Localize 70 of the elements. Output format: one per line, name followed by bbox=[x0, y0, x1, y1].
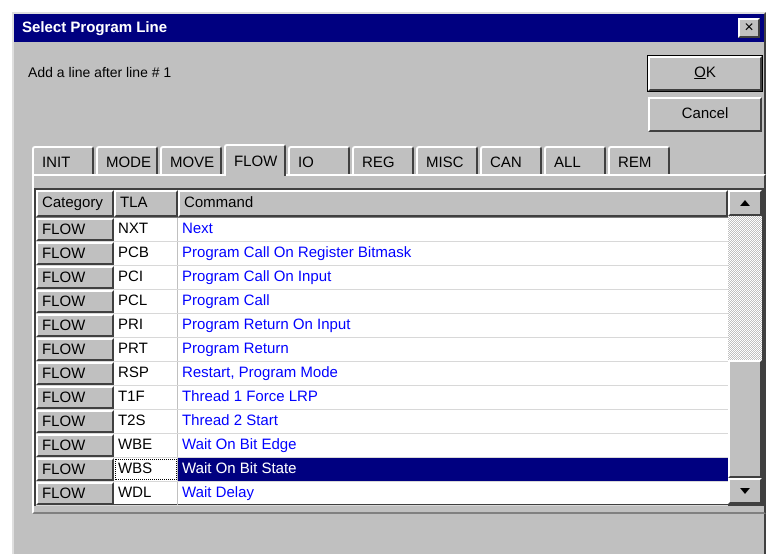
table-cell: T1F bbox=[114, 386, 178, 408]
window-title: Select Program Line bbox=[21, 18, 168, 38]
tab[interactable]: MODE bbox=[96, 146, 158, 174]
column-header[interactable]: TLA bbox=[114, 190, 178, 216]
table-row[interactable]: FLOW T1F Thread 1 Force LRP bbox=[36, 386, 728, 410]
table-row[interactable]: FLOW T2S Thread 2 Start bbox=[36, 410, 728, 434]
table-cell: RSP bbox=[114, 362, 178, 384]
dialog-button[interactable]: OK bbox=[648, 56, 762, 91]
table-row[interactable]: FLOW PCB Program Call On Register Bitmask bbox=[36, 242, 728, 266]
table-row[interactable]: FLOW PRT Program Return bbox=[36, 338, 728, 362]
table-cell-text: Restart, Program Mode bbox=[181, 362, 339, 382]
tab[interactable]: ALL bbox=[544, 146, 606, 174]
table-cell: WDL bbox=[114, 482, 178, 504]
tab[interactable]: IO bbox=[288, 146, 350, 174]
table-cell-text: Program Call On Input bbox=[181, 266, 332, 286]
up-arrow-icon bbox=[740, 200, 750, 206]
table-cell: PRT bbox=[114, 338, 178, 360]
table-cell: FLOW bbox=[36, 266, 114, 288]
table-row[interactable]: FLOW PCL Program Call bbox=[36, 290, 728, 314]
tab[interactable]: MISC bbox=[416, 146, 478, 174]
tab[interactable]: MOVE bbox=[160, 146, 222, 174]
table-cell-text: Thread 1 Force LRP bbox=[181, 386, 319, 406]
table-cell: FLOW bbox=[36, 362, 114, 384]
tab[interactable]: REM bbox=[608, 146, 670, 174]
down-arrow-icon bbox=[740, 488, 750, 494]
tab[interactable]: FLOW bbox=[224, 144, 286, 176]
column-header[interactable]: Category bbox=[36, 190, 114, 216]
table-cell: FLOW bbox=[36, 218, 114, 240]
table-cell: PCI bbox=[114, 266, 178, 288]
table-cell: FLOW bbox=[36, 242, 114, 264]
table-cell: NXT bbox=[114, 218, 178, 240]
table-cell-text: Next bbox=[181, 218, 214, 238]
table-cell-text: Program Return On Input bbox=[181, 314, 352, 334]
table-cell: FLOW bbox=[36, 314, 114, 336]
tab[interactable]: REG bbox=[352, 146, 414, 174]
table-cell: PCL bbox=[114, 290, 178, 312]
prompt-text: Add a line after line # 1 bbox=[28, 63, 172, 82]
table-cell-text: Wait On Bit Edge bbox=[181, 434, 298, 454]
table-row[interactable]: FLOW PRI Program Return On Input bbox=[36, 314, 728, 338]
table-row[interactable]: FLOW PCI Program Call On Input bbox=[36, 266, 728, 290]
table-cell: FLOW bbox=[36, 290, 114, 312]
table-cell: PRI bbox=[114, 314, 178, 336]
table-cell: WBE bbox=[114, 434, 178, 456]
scroll-up-button[interactable] bbox=[728, 190, 762, 216]
table-cell: FLOW bbox=[36, 410, 114, 432]
table-cell-text: Program Call On Register Bitmask bbox=[181, 242, 412, 262]
table-cell: PCB bbox=[114, 242, 178, 264]
table-cell-text: Program Return bbox=[181, 338, 290, 358]
column-header[interactable]: Command bbox=[178, 190, 728, 216]
table-cell-text: Wait Delay bbox=[181, 482, 255, 502]
table-cell-text: Program Call bbox=[181, 290, 271, 310]
table-cell: Wait On Bit State bbox=[178, 458, 728, 480]
dialog-button[interactable]: Cancel bbox=[648, 97, 762, 132]
table-cell: FLOW bbox=[36, 338, 114, 360]
table-cell: FLOW bbox=[36, 458, 114, 480]
tab[interactable]: CAN bbox=[480, 146, 542, 174]
table-cell: T2S bbox=[114, 410, 178, 432]
table-row[interactable]: FLOW RSP Restart, Program Mode bbox=[36, 362, 728, 386]
scroll-thumb[interactable] bbox=[728, 360, 762, 478]
table-cell: FLOW bbox=[36, 434, 114, 456]
scroll-down-button[interactable] bbox=[728, 478, 762, 504]
table-cell: FLOW bbox=[36, 386, 114, 408]
table-row[interactable]: FLOW WDL Wait Delay bbox=[36, 482, 728, 506]
tab[interactable]: INIT bbox=[32, 146, 94, 174]
table-cell-text: Thread 2 Start bbox=[181, 410, 279, 430]
table-row[interactable]: FLOW NXT Next bbox=[36, 218, 728, 242]
table-cell: FLOW bbox=[36, 482, 114, 504]
table-row[interactable]: FLOW WBS Wait On Bit State bbox=[36, 458, 728, 482]
scrollbar[interactable] bbox=[728, 190, 762, 504]
close-button[interactable]: × bbox=[738, 18, 760, 38]
